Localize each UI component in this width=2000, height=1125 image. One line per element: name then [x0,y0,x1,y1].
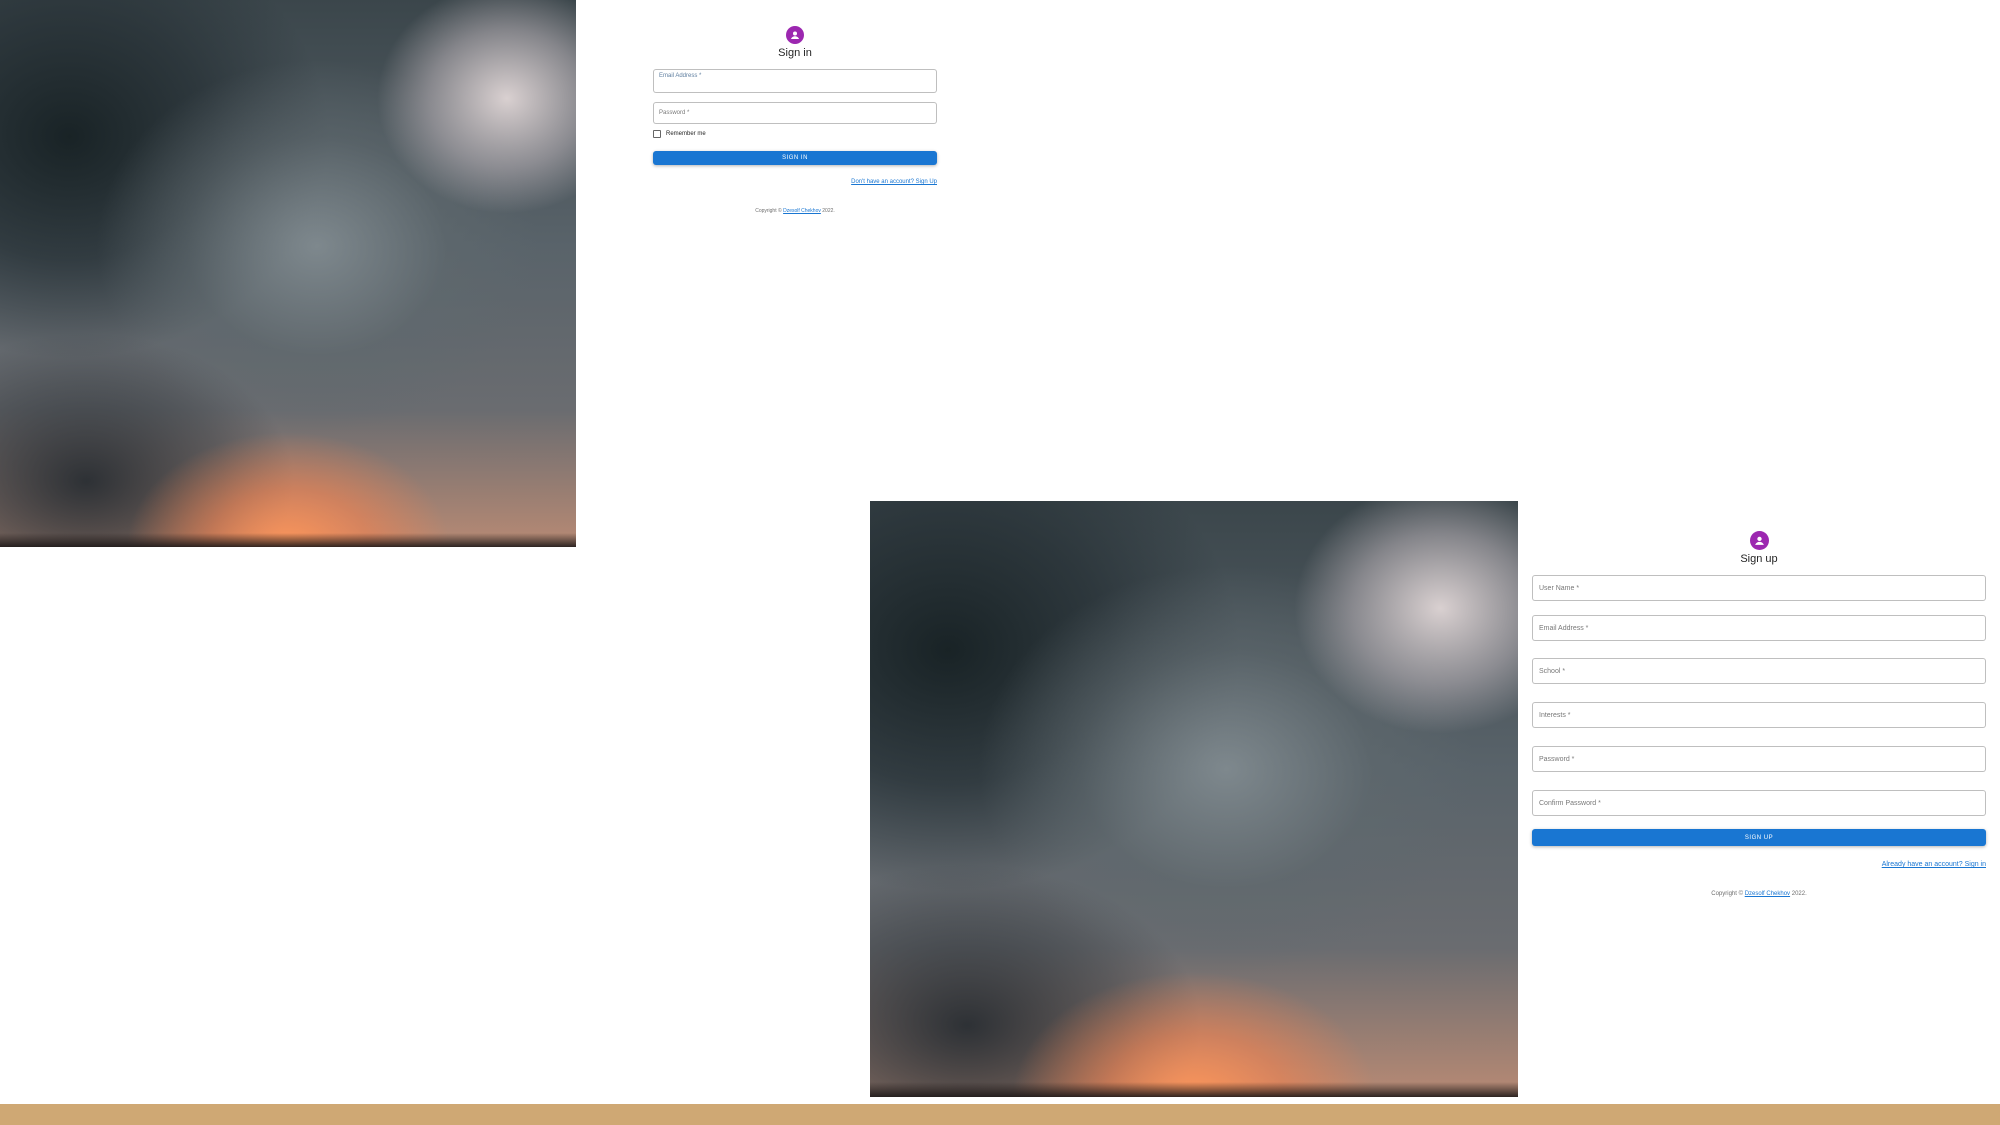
signup-confirm-password-field[interactable]: Confirm Password * [1532,790,1986,816]
confirm-password-label: Confirm Password * [1539,799,1601,807]
copyright-year: 2022. [1791,891,1807,897]
person-icon [791,31,799,39]
signup-avatar [1749,531,1769,550]
signin-background-image [0,0,576,547]
signup-title: Sign up [1740,553,1778,565]
signup-interests-field[interactable]: Interests * [1532,702,1986,728]
school-label: School * [1539,667,1566,675]
signin-link[interactable]: Already have an account? Sign in [1882,861,1986,868]
signup-button[interactable]: SIGN UP [1532,829,1986,846]
signup-email-field[interactable]: Email Address * [1532,615,1986,641]
signin-title: Sign in [778,47,812,59]
username-label: User Name * [1539,584,1580,592]
signin-panel: Sign in Email Address * Password * Remem… [653,26,937,214]
signin-remember-row[interactable]: Remember me [653,130,937,138]
signin-copyright: Copyright © Dzesolf Chekhov 2022. [755,208,835,214]
horizon [0,533,576,547]
copyright-author-link[interactable]: Dzesolf Chekhov [783,208,821,214]
signup-panel: Sign up User Name * Email Address * Scho… [1532,531,1986,897]
signup-background-image [870,501,1518,1097]
signup-username-field[interactable]: User Name * [1532,575,1986,601]
interests-label: Interests * [1539,711,1571,719]
copyright-prefix: Copyright © [1711,891,1744,897]
signup-link[interactable]: Don't have an account? Sign Up [851,179,937,185]
copyright-year: 2022. [822,208,835,214]
remember-label: Remember me [666,131,706,137]
signup-email-label: Email Address * [1539,624,1589,632]
signup-password-field[interactable]: Password * [1532,746,1986,772]
remember-checkbox[interactable] [653,130,661,138]
signin-email-field[interactable]: Email Address * [653,69,937,93]
person-icon [1754,536,1764,545]
signin-password-label: Password * [659,110,690,116]
copyright-author-link[interactable]: Dzesolf Chekhov [1745,891,1790,897]
signin-avatar [786,26,804,44]
signin-button[interactable]: SIGN IN [653,151,937,165]
horizon [870,1082,1518,1097]
signin-password-field[interactable]: Password * [653,102,937,124]
copyright-prefix: Copyright © [755,208,782,214]
signup-copyright: Copyright © Dzesolf Chekhov 2022. [1711,891,1807,897]
signup-school-field[interactable]: School * [1532,658,1986,684]
bottom-bar [0,1104,2000,1125]
signin-email-label: Email Address * [659,73,702,79]
signup-password-label: Password * [1539,755,1575,763]
